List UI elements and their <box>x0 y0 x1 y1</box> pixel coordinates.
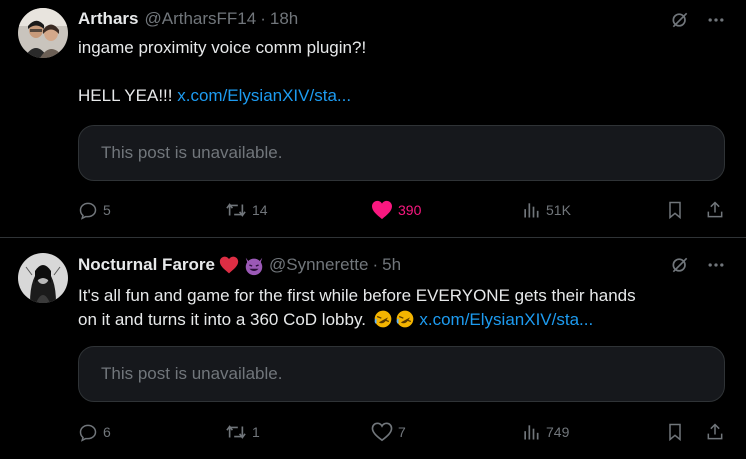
reply-button[interactable]: 5 <box>78 198 111 222</box>
bookmark-icon <box>665 200 685 220</box>
post-text-segment: on it and turns it into a 360 CoD lobby. <box>78 310 371 329</box>
separator-dot: · <box>260 9 266 28</box>
like-button[interactable]: 7 <box>371 420 406 444</box>
post-link[interactable]: x.com/ElysianXIV/sta... <box>419 310 593 329</box>
views-icon <box>521 200 541 220</box>
post-text: It's all fun and game for the first whil… <box>78 284 728 332</box>
rolling-laughing-emoji <box>395 309 415 329</box>
like-button[interactable]: 390 <box>371 198 421 222</box>
reply-button[interactable]: 6 <box>78 420 111 444</box>
quoted-post-unavailable: This post is unavailable. <box>78 125 725 181</box>
post-text-blank-line <box>78 60 728 84</box>
like-count: 390 <box>398 202 422 218</box>
grok-icon[interactable] <box>670 255 690 275</box>
post-header: Nocturnal Farore @Synnerette · 5h <box>78 255 401 276</box>
separator-dot: · <box>372 255 379 274</box>
reply-icon <box>78 422 98 442</box>
author-handle[interactable]: @Synnerette <box>269 255 368 275</box>
post-actions: 5 14 390 51K <box>78 198 728 222</box>
views-button[interactable]: 51K <box>521 198 571 222</box>
post-link[interactable]: x.com/ElysianXIV/sta... <box>177 86 351 105</box>
bookmark-button[interactable] <box>665 420 685 444</box>
author-name[interactable]: Nocturnal Farore <box>78 255 215 275</box>
repost-count: 14 <box>252 202 268 218</box>
post-text: ingame proximity voice comm plugin?! HEL… <box>78 36 728 108</box>
post-arthars[interactable]: Arthars @ArtharsFF14 · 18h ingame proxim… <box>0 0 746 238</box>
like-icon <box>371 200 393 220</box>
post-actions: 6 1 7 749 <box>78 420 728 444</box>
reply-icon <box>78 200 98 220</box>
smiling-devil-emoji <box>243 255 263 276</box>
post-time[interactable]: 5h <box>382 255 401 275</box>
post-top-actions <box>670 10 726 30</box>
repost-icon <box>225 200 247 220</box>
bookmark-button[interactable] <box>665 198 685 222</box>
bookmark-icon <box>665 422 685 442</box>
post-text-segment: HELL YEA!!! <box>78 86 178 105</box>
share-icon <box>705 422 725 442</box>
grok-icon[interactable] <box>670 10 690 30</box>
post-text-line: ingame proximity voice comm plugin?! <box>78 38 367 57</box>
share-button[interactable] <box>705 420 725 444</box>
post-text-line: on it and turns it into a 360 CoD lobby.… <box>78 308 728 332</box>
repost-icon <box>225 422 247 442</box>
views-count: 749 <box>546 424 570 440</box>
post-text-line: It's all fun and game for the first whil… <box>78 286 636 305</box>
reply-count: 6 <box>103 424 111 440</box>
views-icon <box>521 422 541 442</box>
views-button[interactable]: 749 <box>521 420 569 444</box>
post-nocturnal-farore[interactable]: Nocturnal Farore @Synnerette · 5h It's a… <box>0 239 746 459</box>
repost-count: 1 <box>252 424 260 440</box>
avatar[interactable] <box>18 8 68 58</box>
quoted-post-unavailable: This post is unavailable. <box>78 346 725 402</box>
rolling-laughing-emoji <box>373 309 393 329</box>
author-name[interactable]: Arthars <box>78 9 138 29</box>
post-header: Arthars @ArtharsFF14 · 18h <box>78 9 298 29</box>
views-count: 51K <box>546 202 571 218</box>
post-top-actions <box>670 255 726 275</box>
like-count: 7 <box>398 424 406 440</box>
repost-button[interactable]: 14 <box>225 198 268 222</box>
author-handle[interactable]: @ArtharsFF14 <box>144 9 256 29</box>
share-button[interactable] <box>705 198 725 222</box>
repost-button[interactable]: 1 <box>225 420 260 444</box>
red-heart-emoji <box>219 255 239 275</box>
like-icon <box>371 422 393 442</box>
post-text-line: HELL YEA!!! x.com/ElysianXIV/sta... <box>78 84 728 108</box>
share-icon <box>705 200 725 220</box>
avatar[interactable] <box>18 253 68 303</box>
more-icon[interactable] <box>706 10 726 30</box>
reply-count: 5 <box>103 202 111 218</box>
post-time[interactable]: 18h <box>270 9 298 29</box>
more-icon[interactable] <box>706 255 726 275</box>
